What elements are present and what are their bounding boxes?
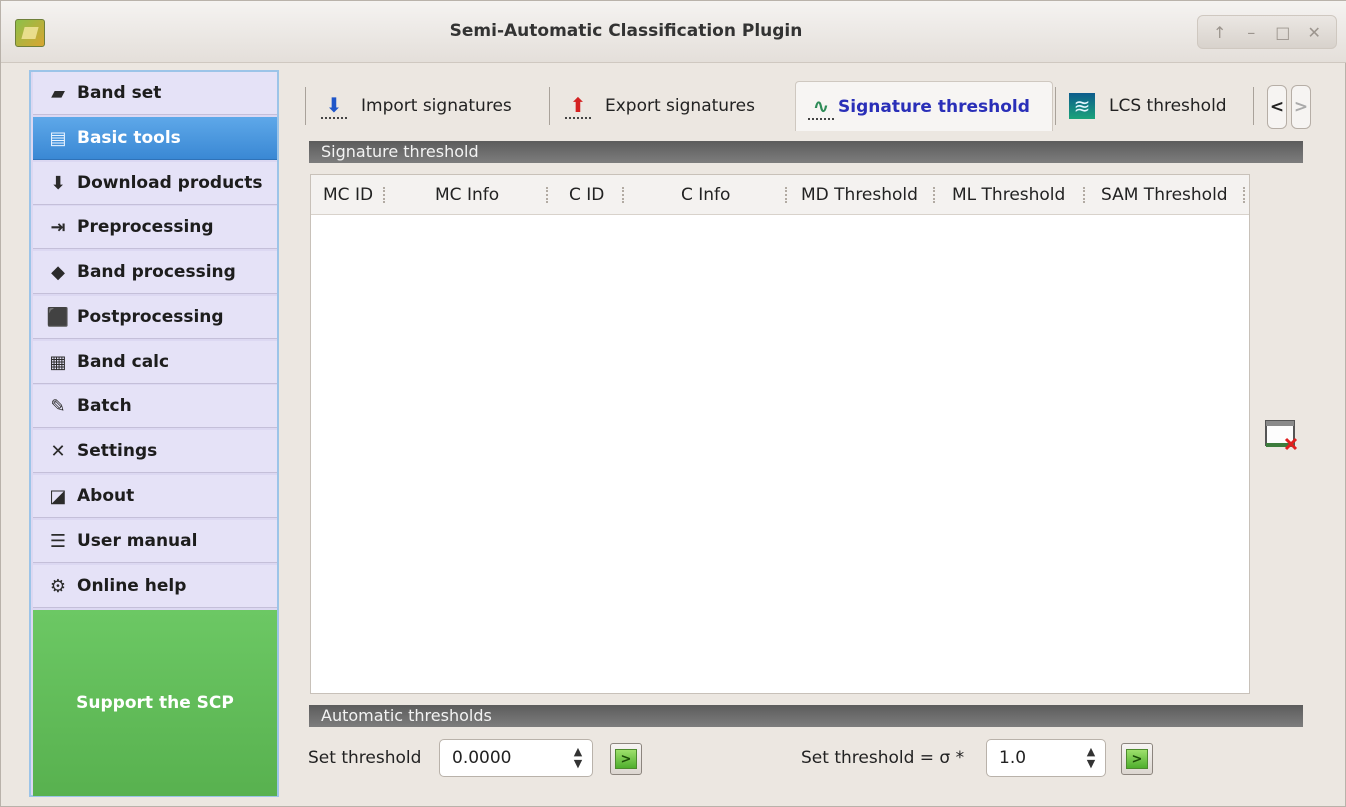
sidebar-item-band-processing[interactable]: ◆ Band processing bbox=[33, 251, 277, 294]
tab-import-signatures[interactable]: ⬇ Import signatures bbox=[321, 81, 549, 131]
plugin-window: Semi-Automatic Classification Plugin ↑ –… bbox=[0, 0, 1346, 807]
keep-above-icon[interactable]: ↑ bbox=[1208, 20, 1232, 44]
close-icon[interactable]: ✕ bbox=[1302, 20, 1326, 44]
column-header-ml-threshold[interactable]: ML Threshold bbox=[952, 175, 1065, 215]
sidebar-item-label: User manual bbox=[77, 531, 198, 551]
sidebar-item-band-calc[interactable]: ▦ Band calc bbox=[33, 341, 277, 384]
column-separator bbox=[383, 187, 385, 203]
tab-label: Import signatures bbox=[361, 96, 512, 116]
export-signatures-icon: ⬆ bbox=[565, 93, 591, 119]
column-header-mc-info[interactable]: MC Info bbox=[435, 175, 499, 215]
set-threshold-run-button[interactable]: > bbox=[610, 743, 642, 775]
tab-separator bbox=[305, 87, 306, 125]
column-separator bbox=[622, 187, 624, 203]
run-arrow-icon: > bbox=[615, 749, 637, 769]
sigma-value: 1.0 bbox=[999, 748, 1027, 768]
tab-label: LCS threshold bbox=[1109, 96, 1227, 116]
tab-scroll-right-button[interactable]: > bbox=[1291, 85, 1311, 129]
spin-arrows-icon[interactable]: ▲ ▼ bbox=[570, 743, 586, 773]
tab-label: Export signatures bbox=[605, 96, 755, 116]
about-icon: ◪ bbox=[49, 485, 67, 507]
sidebar-item-settings[interactable]: ✕ Settings bbox=[33, 430, 277, 473]
title-bar: Semi-Automatic Classification Plugin ↑ –… bbox=[1, 1, 1346, 63]
settings-icon: ✕ bbox=[50, 440, 66, 462]
basic-tools-icon: ▤ bbox=[49, 127, 67, 149]
sigma-threshold-run-button[interactable]: > bbox=[1121, 743, 1153, 775]
tab-separator bbox=[1253, 87, 1254, 125]
window-title: Semi-Automatic Classification Plugin bbox=[449, 21, 803, 41]
calculator-icon: ▦ bbox=[49, 351, 67, 373]
sidebar-item-basic-tools[interactable]: ▤ Basic tools bbox=[33, 117, 277, 160]
threshold-spinbox[interactable]: 0.0000 ▲ ▼ bbox=[439, 739, 593, 777]
sidebar-item-preprocessing[interactable]: ⇥ Preprocessing bbox=[33, 206, 277, 249]
sidebar-item-label: Band calc bbox=[77, 352, 170, 372]
reset-table-icon[interactable] bbox=[1264, 417, 1300, 453]
threshold-value: 0.0000 bbox=[452, 748, 512, 768]
sidebar-item-user-manual[interactable]: ☰ User manual bbox=[33, 520, 277, 563]
sidebar-item-label: Preprocessing bbox=[77, 217, 214, 237]
sidebar-item-band-set[interactable]: ▰ Band set bbox=[33, 72, 277, 115]
sidebar-nav: ▰ Band set ▤ Basic tools ⬇ Download prod… bbox=[29, 70, 279, 797]
column-separator bbox=[785, 187, 787, 203]
band-processing-icon: ◆ bbox=[51, 261, 65, 283]
sidebar-item-label: Download products bbox=[77, 173, 263, 193]
tab-bar: ⬇ Import signatures ⬆ Export signatures … bbox=[299, 81, 1311, 131]
automatic-thresholds-header: Automatic thresholds bbox=[309, 705, 1303, 727]
tab-separator bbox=[549, 87, 550, 125]
signature-threshold-icon: ∿ bbox=[808, 94, 834, 120]
preprocessing-icon: ⇥ bbox=[50, 216, 66, 238]
sidebar-item-about[interactable]: ◪ About bbox=[33, 475, 277, 518]
sidebar-item-label: Settings bbox=[77, 441, 158, 461]
sigma-threshold-label: Set threshold = σ * bbox=[801, 748, 965, 768]
tab-separator bbox=[1055, 87, 1056, 125]
sigma-spinbox[interactable]: 1.0 ▲ ▼ bbox=[986, 739, 1106, 777]
tab-signature-threshold[interactable]: ∿ Signature threshold bbox=[795, 81, 1053, 131]
band-set-icon: ▰ bbox=[51, 82, 65, 104]
download-icon: ⬇ bbox=[50, 172, 66, 194]
window-controls: ↑ – □ ✕ bbox=[1197, 15, 1337, 49]
sidebar-item-online-help[interactable]: ⚙ Online help bbox=[33, 565, 277, 608]
tab-lcs-threshold[interactable]: ≋ LCS threshold bbox=[1069, 81, 1253, 131]
sidebar-item-label: Postprocessing bbox=[77, 307, 224, 327]
support-scp-button[interactable]: Support the SCP bbox=[33, 610, 277, 796]
signature-threshold-table[interactable]: MC ID MC Info C ID C Info MD Threshold M… bbox=[310, 174, 1250, 694]
column-separator bbox=[933, 187, 935, 203]
sidebar-item-label: About bbox=[77, 486, 135, 506]
column-separator bbox=[1083, 187, 1085, 203]
column-header-c-id[interactable]: C ID bbox=[569, 175, 604, 215]
run-arrow-icon: > bbox=[1126, 749, 1148, 769]
signature-threshold-header: Signature threshold bbox=[309, 141, 1303, 163]
tab-label: Signature threshold bbox=[838, 96, 1030, 117]
tab-scroll-left-button[interactable]: < bbox=[1267, 85, 1287, 129]
column-header-mc-id[interactable]: MC ID bbox=[323, 175, 373, 215]
set-threshold-label: Set threshold bbox=[308, 748, 422, 768]
spin-arrows-icon[interactable]: ▲ ▼ bbox=[1083, 743, 1099, 773]
sidebar-item-label: Batch bbox=[77, 396, 132, 416]
column-separator bbox=[546, 187, 548, 203]
maximize-icon[interactable]: □ bbox=[1271, 20, 1295, 44]
postprocessing-icon: ⬛ bbox=[46, 306, 70, 328]
sidebar-item-label: Online help bbox=[77, 576, 187, 596]
minimize-icon[interactable]: – bbox=[1239, 20, 1263, 44]
column-header-md-threshold[interactable]: MD Threshold bbox=[801, 175, 918, 215]
import-signatures-icon: ⬇ bbox=[321, 93, 347, 119]
sidebar-item-postprocessing[interactable]: ⬛ Postprocessing bbox=[33, 296, 277, 339]
help-icon: ⚙ bbox=[49, 575, 67, 597]
sidebar-item-label: Band set bbox=[77, 83, 162, 103]
batch-icon: ✎ bbox=[50, 395, 66, 417]
column-header-sam-threshold[interactable]: SAM Threshold bbox=[1101, 175, 1228, 215]
sidebar-item-label: Basic tools bbox=[77, 128, 181, 148]
tab-export-signatures[interactable]: ⬆ Export signatures bbox=[565, 81, 785, 131]
table-header: MC ID MC Info C ID C Info MD Threshold M… bbox=[311, 175, 1249, 215]
sidebar-item-download-products[interactable]: ⬇ Download products bbox=[33, 162, 277, 205]
manual-icon: ☰ bbox=[49, 530, 67, 552]
column-separator bbox=[1243, 187, 1245, 203]
lcs-threshold-icon: ≋ bbox=[1069, 93, 1095, 119]
column-header-c-info[interactable]: C Info bbox=[681, 175, 730, 215]
sidebar-item-batch[interactable]: ✎ Batch bbox=[33, 385, 277, 428]
sidebar-item-label: Band processing bbox=[77, 262, 236, 282]
